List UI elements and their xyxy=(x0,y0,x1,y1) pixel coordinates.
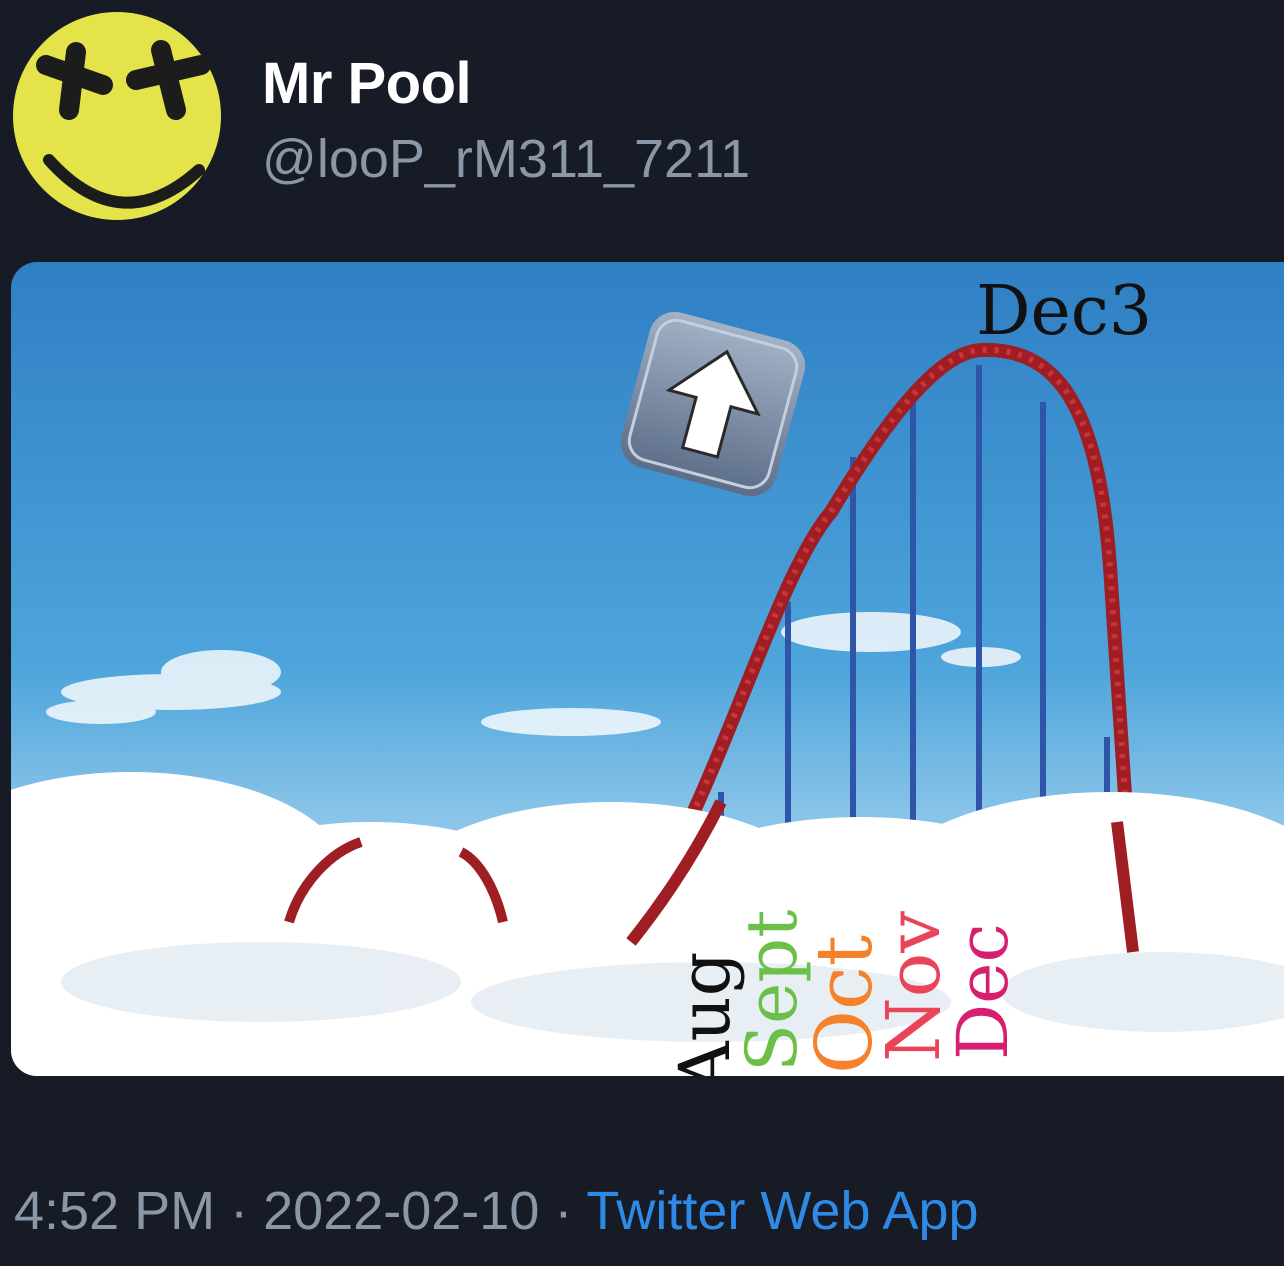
separator: · xyxy=(230,1181,249,1241)
month-label-dec: Dec xyxy=(942,923,1024,1060)
separator: · xyxy=(554,1181,573,1241)
avatar[interactable] xyxy=(11,10,223,222)
author-handle[interactable]: @looP_rM311_7211 xyxy=(262,128,750,190)
author-name[interactable]: Mr Pool xyxy=(262,50,472,117)
tweet-media-image[interactable]: Dec3 Aug Sept Oct Nov Dec xyxy=(11,262,1284,1076)
peak-label: Dec3 xyxy=(976,272,1152,351)
tweet-date[interactable]: 2022-02-10 xyxy=(263,1181,539,1241)
tweet-metadata: 4:52 PM · 2022-02-10 · Twitter Web App xyxy=(14,1180,979,1242)
source-app-link[interactable]: Twitter Web App xyxy=(586,1181,978,1241)
avatar-face-icon xyxy=(13,12,221,220)
tweet-time[interactable]: 4:52 PM xyxy=(14,1181,215,1241)
